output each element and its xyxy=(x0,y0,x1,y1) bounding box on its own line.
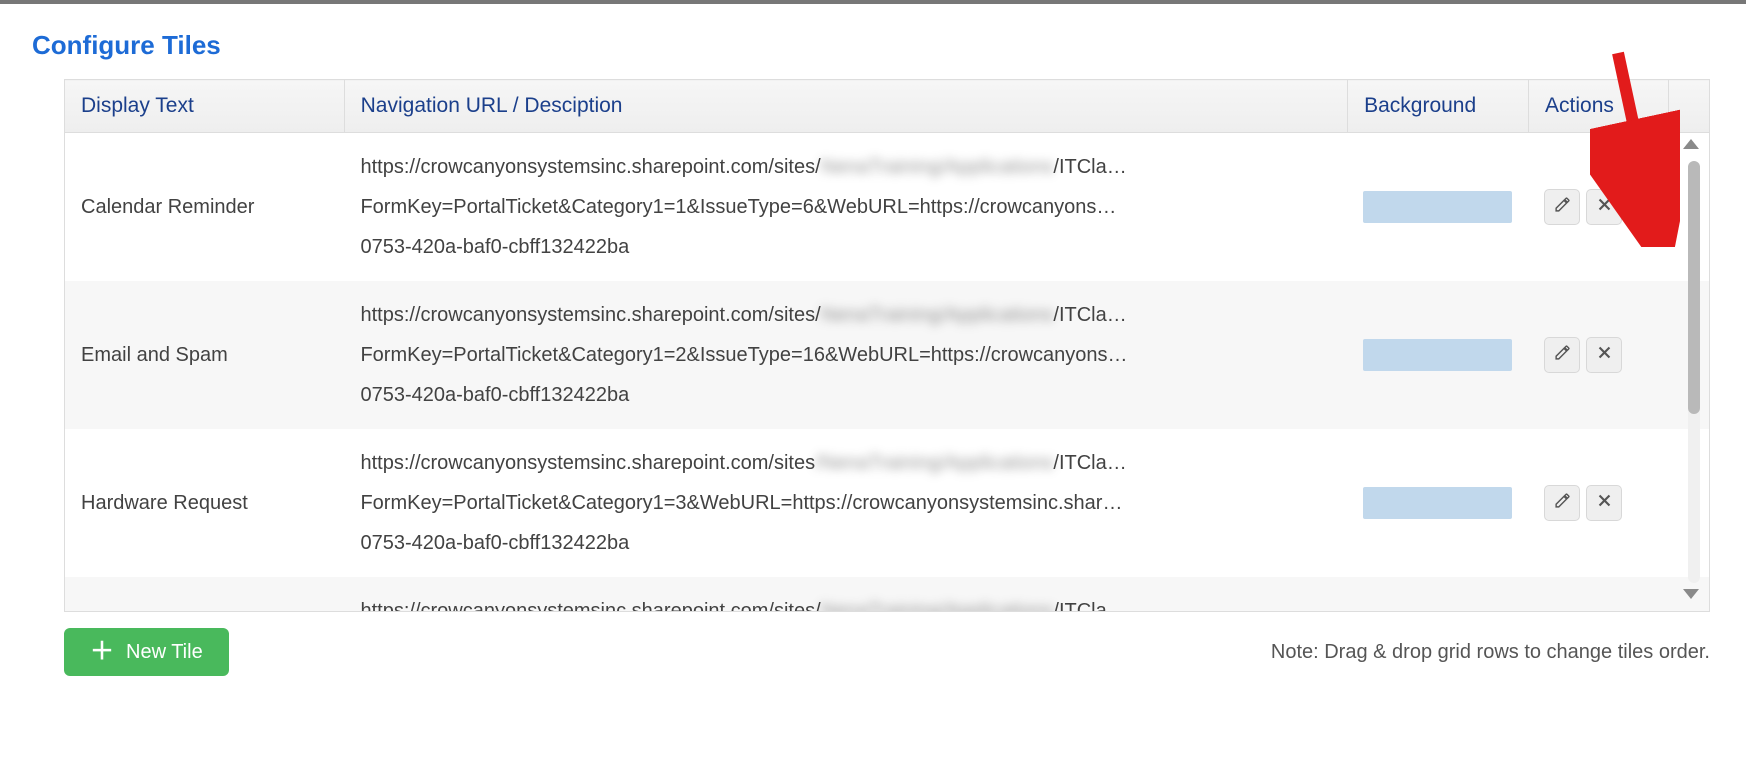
close-icon xyxy=(1596,335,1613,375)
page-title: Configure Tiles xyxy=(32,30,1718,61)
cell-background xyxy=(1347,577,1528,611)
table-row[interactable]: Calendar Reminderhttps://crowcanyonsyste… xyxy=(65,133,1709,281)
cell-display-text: Email and Spam xyxy=(65,281,344,429)
scrollbar-thumb[interactable] xyxy=(1688,161,1700,414)
cell-background xyxy=(1347,429,1528,577)
edit-button[interactable] xyxy=(1544,485,1580,521)
table-row[interactable]: Internethttps://crowcanyonsystemsinc.sha… xyxy=(65,577,1709,611)
column-header-display[interactable]: Display Text xyxy=(65,80,345,133)
background-swatch[interactable] xyxy=(1363,487,1512,519)
background-swatch[interactable] xyxy=(1363,339,1512,371)
cell-url: https://crowcanyonsystemsinc.sharepoint.… xyxy=(344,577,1347,611)
cell-display-text: Hardware Request xyxy=(65,429,344,577)
new-tile-label: New Tile xyxy=(126,641,203,664)
cell-actions xyxy=(1528,577,1668,611)
pencil-icon xyxy=(1554,483,1571,523)
cell-display-text: Internet xyxy=(65,577,344,611)
column-header-spacer xyxy=(1668,80,1709,133)
delete-button[interactable] xyxy=(1586,337,1622,373)
scroll-up-icon[interactable] xyxy=(1683,139,1699,149)
cell-background xyxy=(1347,133,1528,281)
cell-url: https://crowcanyonsystemsinc.sharepoint.… xyxy=(344,133,1347,281)
background-swatch[interactable] xyxy=(1363,191,1512,223)
tiles-grid: Display Text Navigation URL / Desciption… xyxy=(64,79,1710,612)
delete-button[interactable] xyxy=(1586,485,1622,521)
column-header-bg[interactable]: Background xyxy=(1348,80,1529,133)
close-icon xyxy=(1596,187,1613,227)
grid-body-table: Calendar Reminderhttps://crowcanyonsyste… xyxy=(65,133,1709,611)
grid-header-table: Display Text Navigation URL / Desciption… xyxy=(64,79,1710,133)
plus-icon: ＋ xyxy=(90,640,114,664)
delete-button[interactable] xyxy=(1586,189,1622,225)
cell-background xyxy=(1347,281,1528,429)
column-header-url[interactable]: Navigation URL / Desciption xyxy=(344,80,1347,133)
new-tile-button[interactable]: ＋ New Tile xyxy=(64,628,229,676)
table-row[interactable]: Email and Spamhttps://crowcanyonsystemsi… xyxy=(65,281,1709,429)
edit-button[interactable] xyxy=(1544,337,1580,373)
cell-url: https://crowcanyonsystemsinc.sharepoint.… xyxy=(344,281,1347,429)
column-header-actions[interactable]: Actions xyxy=(1529,80,1669,133)
pencil-icon xyxy=(1554,335,1571,375)
cell-url: https://crowcanyonsystemsinc.sharepoint.… xyxy=(344,429,1347,577)
cell-actions xyxy=(1528,133,1668,281)
grid-body-scroller[interactable]: Calendar Reminderhttps://crowcanyonsyste… xyxy=(65,133,1709,611)
scroll-down-icon[interactable] xyxy=(1683,589,1699,599)
close-icon xyxy=(1596,483,1613,523)
scrollbar-track[interactable] xyxy=(1688,161,1700,583)
pencil-icon xyxy=(1554,187,1571,227)
cell-actions xyxy=(1528,429,1668,577)
cell-actions xyxy=(1528,281,1668,429)
edit-button[interactable] xyxy=(1544,189,1580,225)
drag-drop-note: Note: Drag & drop grid rows to change ti… xyxy=(1271,641,1710,664)
table-row[interactable]: Hardware Requesthttps://crowcanyonsystem… xyxy=(65,429,1709,577)
cell-display-text: Calendar Reminder xyxy=(65,133,344,281)
